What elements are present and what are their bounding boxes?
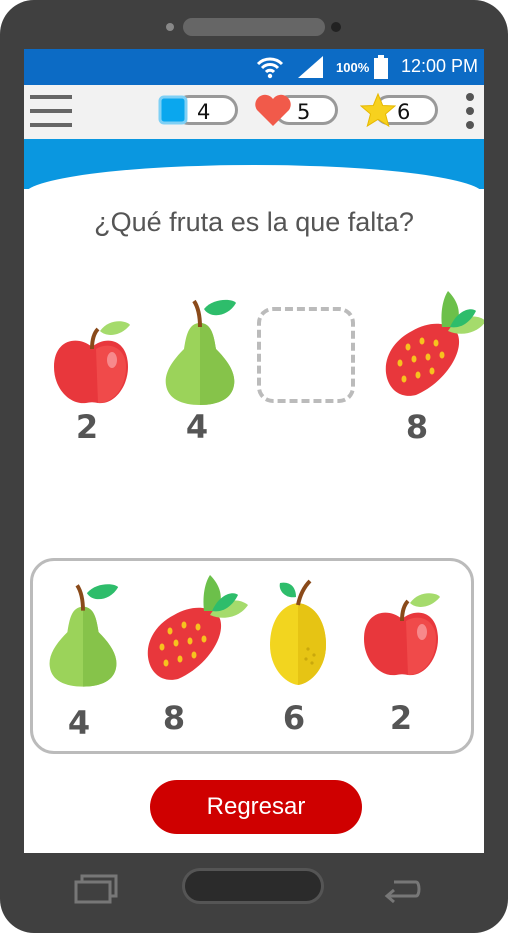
squares-count: 4 [197,100,211,124]
recent-apps-icon[interactable] [74,874,118,904]
option-number: 8 [162,699,186,737]
battery-percent: 100% [336,60,370,75]
sequence-strawberry [385,291,484,396]
question-text: ¿Qué fruta es la que falta? [94,207,414,237]
heart-icon [255,94,291,126]
square-icon [158,95,188,125]
option-number: 6 [282,699,306,737]
app-bar: 4 5 6 [24,85,484,139]
stars-count: 6 [397,100,411,124]
signal-icon [298,56,323,78]
speaker-grille [183,18,325,36]
hearts-count: 5 [297,100,311,124]
sequence-number: 4 [185,408,209,446]
back-icon[interactable] [382,874,422,904]
sequence-apple [54,321,130,404]
home-icon[interactable] [182,868,324,904]
option-strawberry[interactable] [144,575,250,683]
sequence-number: 8 [405,408,429,446]
option-pear[interactable] [44,581,122,689]
status-time: 12:00 PM [400,56,478,76]
menu-icon[interactable] [30,95,72,127]
more-vert-icon[interactable] [466,93,474,135]
wifi-icon [256,57,284,79]
status-bar: 100% 12:00 PM [24,49,484,85]
back-button[interactable]: Regresar [150,780,362,834]
option-lemon[interactable] [266,579,332,687]
sensor-dot [166,23,174,31]
sequence-number: 2 [75,408,99,446]
option-number: 2 [389,699,413,737]
star-icon [360,92,396,128]
front-camera [331,22,341,32]
screen: 100% 12:00 PM 4 5 6 ¿Qué fruta es la que… [24,49,484,853]
missing-fruit-slot[interactable] [257,307,355,403]
option-apple[interactable] [360,589,444,679]
sequence-pear [165,299,236,405]
phone-frame: 100% 12:00 PM 4 5 6 ¿Qué fruta es la que… [0,0,508,933]
battery-icon [374,55,388,79]
option-number: 4 [67,704,91,742]
